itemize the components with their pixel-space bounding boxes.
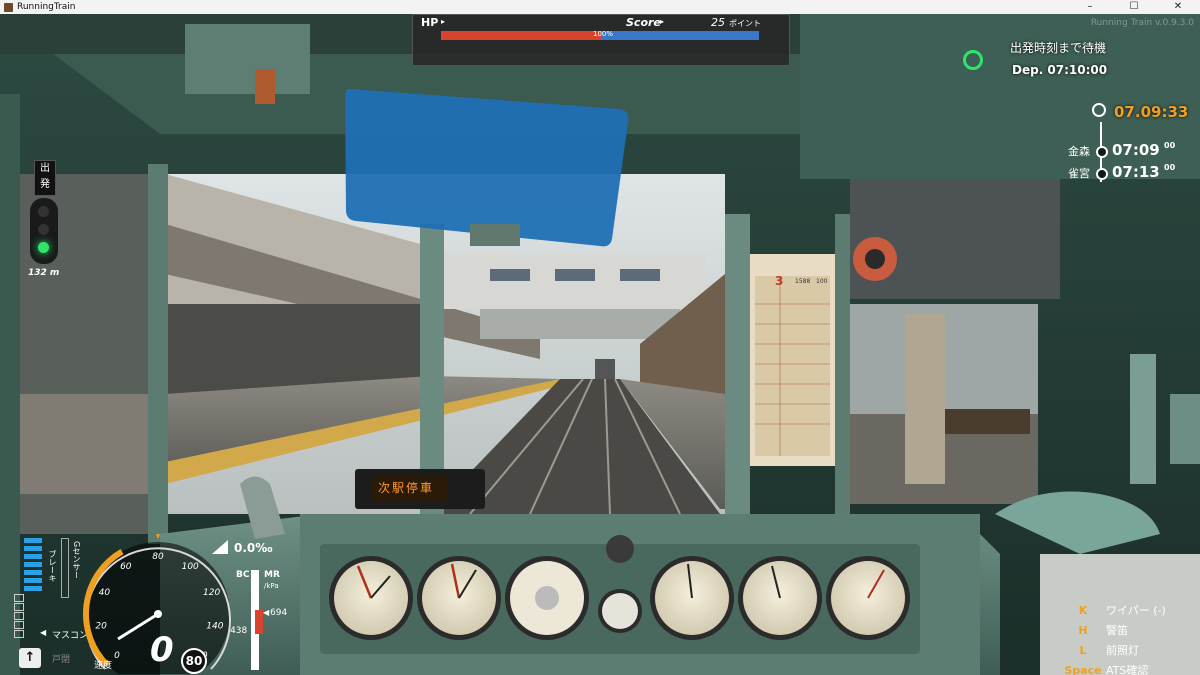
bc-value: 438 — [230, 626, 248, 636]
notch-cell — [14, 630, 24, 638]
key-hint-action: 警笛 — [1106, 624, 1128, 637]
departure-status-ring — [963, 50, 983, 70]
key-hint-key: K — [1078, 603, 1088, 617]
reverser-arrow-icon: ↑ — [24, 650, 36, 665]
signal-lamp-mid — [38, 224, 49, 235]
brake-bar — [24, 538, 42, 543]
game-viewport: HP ▸ Score ▸ 25 ポイント 100% Running Train … — [0, 14, 1200, 675]
window-title: RunningTrain — [17, 2, 76, 12]
key-hint-ats: Space ATS確認 — [1060, 661, 1148, 675]
brake-bar — [24, 586, 42, 591]
master-controller-pointer-icon: ◀ — [40, 628, 47, 637]
mr-value: 694 — [270, 608, 288, 618]
gradient-icon — [212, 540, 228, 554]
notch-cell — [14, 612, 24, 620]
hp-percent: 100% — [593, 30, 614, 38]
brake-bar — [24, 578, 42, 583]
mr-value-marker-icon: ◀ — [263, 608, 270, 617]
station-time: 07:09 — [1112, 141, 1160, 159]
mr-unit: /kPa — [264, 582, 279, 590]
speedometer-tick-label: 80 — [152, 552, 164, 562]
score-unit: ポイント — [729, 19, 761, 28]
key-hint-action: ワイパー (-) — [1106, 604, 1166, 617]
brake-label: ブレーキ — [48, 550, 57, 582]
window-titlebar: RunningTrain – ☐ ✕ — [0, 0, 1200, 14]
waiting-text: 出発時刻まで待機 — [1010, 41, 1107, 55]
hp-label: HP — [421, 16, 439, 29]
signal-label-box: 出 発 — [34, 160, 56, 196]
station-time-seconds: 00 — [1164, 163, 1176, 172]
master-controller-gauge — [14, 594, 38, 638]
brake-bar — [24, 546, 42, 551]
notch-cell — [14, 594, 24, 602]
score-value: 25 — [711, 16, 725, 29]
timetable-train: 1588 — [795, 278, 811, 285]
current-time: 07.09:33 — [1114, 103, 1189, 121]
key-hint-headlight: L 前照灯 — [1060, 641, 1139, 659]
next-stop-sign: 次駅停車 — [378, 481, 435, 495]
speedometer-tick-label: 20 — [95, 621, 107, 631]
speed-limit-value: 80 — [185, 654, 203, 668]
hp-bar: 100% — [441, 30, 759, 40]
speedometer-tick-label: 60 — [120, 562, 132, 572]
station-dot-icon — [1096, 168, 1108, 180]
hp-bar-fill-red — [441, 31, 601, 40]
score-marker-icon: ▸ — [660, 17, 665, 26]
brake-bar — [24, 562, 42, 567]
score-label: Score — [626, 16, 661, 29]
reverser-button[interactable]: ↑ — [19, 648, 41, 668]
signal-label-bottom: 発 — [40, 179, 50, 190]
speedometer-tick-label: 0 — [114, 651, 120, 661]
hp-bar-fill-blue — [601, 31, 759, 40]
station-name: 金森 — [1068, 145, 1090, 158]
key-hint-key: L — [1079, 643, 1087, 657]
maximize-button[interactable]: ☐ — [1112, 0, 1156, 14]
signal-lamp-green — [38, 242, 49, 253]
departure-time: Dep. 07:10:00 — [1012, 63, 1108, 77]
speedometer-tick-label: 140 — [206, 621, 223, 631]
signal-head — [30, 198, 58, 264]
brake-bar — [24, 570, 42, 575]
key-hint-key: H — [1078, 623, 1088, 637]
key-hint-action: ATS確認 — [1106, 664, 1149, 675]
station-time-seconds: 00 — [1164, 141, 1176, 150]
station-dot-icon — [1096, 146, 1108, 158]
brake-meter — [24, 538, 42, 600]
key-hint-key: Space — [1064, 663, 1102, 675]
speed-value: 0 — [150, 630, 174, 670]
key-hint-action: 前照灯 — [1106, 644, 1139, 657]
signal-label-top: 出 — [40, 163, 50, 174]
version-watermark: Running Train v.0.9.3.0 — [1090, 18, 1194, 28]
mr-bar — [255, 610, 263, 634]
bc-label: BC — [236, 570, 250, 580]
speedometer-tick-label: 120 — [203, 588, 220, 598]
speedometer-tick-label: 40 — [99, 588, 111, 598]
hp-marker-icon: ▸ — [441, 17, 446, 26]
notch-cell — [14, 603, 24, 611]
key-hint-wiper: K ワイパー (-) — [1060, 601, 1166, 619]
station-time: 07:13 — [1112, 163, 1160, 181]
notch-cell — [14, 621, 24, 629]
clock-icon — [1092, 103, 1106, 117]
app-icon — [4, 2, 13, 12]
speed-limit-sign: 80 — [181, 648, 207, 674]
timetable-number: 3 — [775, 274, 784, 288]
timetable-cars: 100 — [816, 278, 828, 285]
door-status: 戸閉 — [52, 655, 71, 665]
close-button[interactable]: ✕ — [1156, 0, 1200, 14]
gradient-value: 0.0‰ — [234, 541, 273, 555]
hp-score-panel: HP ▸ Score ▸ 25 ポイント 100% — [412, 14, 790, 66]
key-hint-horn: H 警笛 — [1060, 621, 1128, 639]
speedometer-tick-label: 100 — [182, 562, 199, 572]
speed-label: 速度 — [94, 661, 113, 671]
minimize-button[interactable]: – — [1068, 0, 1112, 14]
g-sensor-bar — [61, 538, 69, 598]
mr-label: MR — [264, 570, 280, 580]
brake-bar — [24, 554, 42, 559]
signal-lamp-top — [38, 206, 49, 217]
station-name: 雀宮 — [1068, 167, 1090, 180]
signal-distance: 132 m — [28, 268, 60, 278]
signal-panel: 出 発 132 m — [28, 160, 60, 284]
